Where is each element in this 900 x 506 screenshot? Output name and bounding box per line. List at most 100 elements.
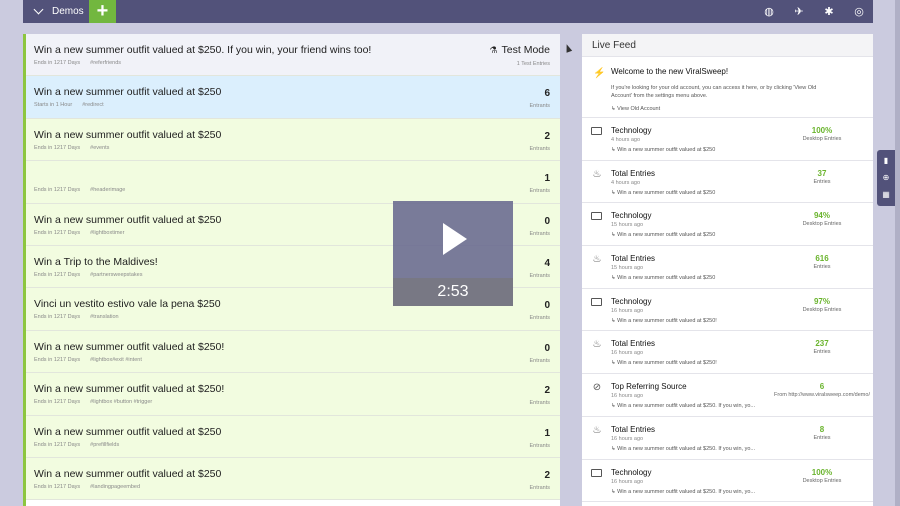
campaign-tag: #headerimage [90, 187, 126, 194]
globe-icon[interactable]: ◍ [763, 6, 775, 18]
feed-item-campaign-link[interactable]: ↳ Win a new summer outfit valued at $250 [611, 275, 715, 281]
help-icon[interactable]: ◎ [853, 6, 865, 18]
campaign-title[interactable]: Win a new summer outfit valued at $250 [34, 214, 221, 226]
campaign-title[interactable]: Win a new summer outfit valued at $250 [34, 129, 221, 141]
campaign-status: Ends in 1217 Days [34, 229, 81, 236]
campaign-row[interactable]: Win a new summer outfit valued at $250 S… [26, 76, 560, 119]
view-old-account-link[interactable]: ↳ View Old Account [611, 106, 660, 112]
book-icon[interactable]: ▮ [884, 156, 888, 166]
campaign-tag: #lightbox #button #trigger [90, 399, 153, 406]
campaign-status: Ends in 1217 Days [34, 399, 81, 406]
campaign-title[interactable]: Win a new summer outfit valued at $250. … [34, 44, 371, 56]
side-rail: ▮ ⊕ ▦ [877, 150, 895, 206]
monitor-icon [591, 297, 602, 306]
campaign-tag: #landingpageembed [90, 483, 141, 490]
campaign-title[interactable]: Win a new summer outfit valued at $250 [34, 426, 221, 438]
test-mode-indicator: ⚗ Test Mode [489, 44, 550, 56]
live-feed-panel: Live Feed ⚡ Welcome to the new ViralSwee… [582, 34, 873, 506]
campaign-title[interactable]: Win a new summer outfit valued at $250! [34, 383, 224, 395]
feed-item: Technology 16 hours ago ↳ Win a new summ… [582, 289, 873, 332]
feed-item-time: 16 hours ago [611, 350, 644, 357]
campaign-tag: #partnersweepstakes [90, 271, 143, 278]
calendar-icon[interactable]: ▦ [882, 190, 890, 200]
campaign-row[interactable]: Win a new summer outfit valued at $250. … [26, 34, 560, 77]
campaign-meta: Ends in 1217 Days #events [34, 145, 109, 151]
campaign-count-label: Entrants [529, 400, 550, 407]
rocket-icon[interactable]: ✈ [793, 6, 805, 18]
feed-item-campaign-link[interactable]: ↳ Win a new summer outfit valued at $250… [611, 446, 755, 452]
campaign-meta: Ends in 1217 Days #lightbox #button #trig… [34, 399, 152, 405]
campaign-status: Starts in 1 Hour [34, 102, 73, 109]
feed-item-value-label: Desktop Entries [802, 136, 842, 142]
add-campaign-button[interactable]: + [89, 0, 116, 23]
chevron-down-icon [33, 4, 44, 15]
feed-item-title: Technology [611, 467, 652, 477]
campaign-meta: Ends in 1217 Days #headerimage [34, 187, 125, 193]
campaign-title[interactable]: Vinci un vestito estivo vale la pena $25… [34, 298, 221, 310]
top-icons: ◍ ✈ ✱ ◎ [763, 0, 865, 23]
welcome-body: If you're looking for your old account, … [611, 85, 817, 99]
top-nav-bar: Demos + ◍ ✈ ✱ ◎ [23, 0, 873, 23]
feed-item-value: 37 [817, 168, 827, 178]
video-overlay[interactable]: 2:53 [393, 201, 513, 306]
campaign-row[interactable]: Win a new summer outfit valued at $250 E… [26, 118, 560, 162]
campaign-row[interactable]: Ends in 1217 Days #headerimage 1 Entrants [26, 161, 560, 204]
feed-item-time: 16 hours ago [611, 393, 644, 400]
campaign-status: Ends in 1217 Days [34, 271, 81, 278]
feed-item-title: Total Entries [611, 424, 656, 434]
feed-item-time: 15 hours ago [611, 222, 644, 229]
feed-item-value: 100% [811, 126, 833, 135]
campaign-meta: Ends in 1217 Days #landingpageembed [34, 484, 140, 490]
feed-item-title: Technology [611, 296, 652, 306]
feed-item: ♨ Total Entries 16 hours ago ↳ Win a new… [582, 331, 873, 375]
campaign-title[interactable]: Win a new summer outfit valued at $250 [34, 468, 221, 480]
campaign-row[interactable]: Win a new summer outfit valued at $250! … [26, 373, 560, 416]
feed-item-campaign-link[interactable]: ↳ Win a new summer outfit valued at $250 [611, 232, 715, 238]
campaign-count-label: Entrants [529, 145, 550, 152]
campaign-row[interactable]: Win a new summer outfit valued at $250 E… [26, 457, 560, 501]
feed-item-campaign-link[interactable]: ↳ Win a new summer outfit valued at $250… [611, 318, 717, 324]
feed-item-value-label: Entries [813, 264, 831, 271]
campaign-status: Ends in 1217 Days [34, 356, 81, 363]
monitor-icon [591, 127, 602, 135]
campaign-tag: #translation [90, 314, 119, 321]
lifebuoy-icon[interactable]: ⊕ [883, 173, 890, 183]
feed-item-campaign-link[interactable]: ↳ Win a new summer outfit valued at $250… [611, 489, 755, 495]
campaign-meta: Ends in 1217 Days #translation [34, 314, 119, 320]
feed-item-value: 6 [819, 382, 825, 392]
campaign-meta: Ends in 1217 Days #referfriends [34, 60, 121, 66]
monitor-icon [591, 468, 602, 477]
feed-item-campaign-link[interactable]: ↳ Win a new summer outfit valued at $250 [611, 147, 715, 153]
campaign-meta: Ends in 1217 Days #prefillfields [34, 442, 119, 448]
demos-menu-label: Demos [52, 6, 84, 17]
campaign-count-label: Entrants [529, 357, 550, 364]
campaign-count-label: 1 Test Entries [516, 61, 550, 67]
feed-item-value: 8 [819, 424, 825, 434]
campaign-tag: #events [90, 144, 110, 151]
campaign-status: Ends in 1217 Days [34, 187, 81, 194]
campaign-title[interactable]: Win a new summer outfit valued at $250 [34, 86, 221, 98]
play-icon[interactable] [443, 223, 467, 255]
campaign-row[interactable]: Win a new summer outfit valued at $250! … [26, 330, 560, 374]
feed-item-campaign-link[interactable]: ↳ Win a new summer outfit valued at $250… [611, 360, 717, 366]
feed-item: Technology 16 hours ago ↳ Win a new summ… [582, 460, 873, 503]
feed-item-campaign-link[interactable]: ↳ Win a new summer outfit valued at $250… [611, 403, 755, 409]
feed-item-campaign-link[interactable]: ↳ Win a new summer outfit valued at $250 [611, 190, 715, 196]
live-feed-title: Live Feed [582, 34, 873, 57]
campaign-entrant-count: 0 [544, 300, 550, 312]
feed-item-value: 237 [815, 339, 829, 349]
gear-icon[interactable]: ✱ [823, 6, 835, 18]
demos-menu-button[interactable]: Demos [23, 0, 89, 23]
feed-item: ♨ Total Entries 4 hours ago ↳ Win a new … [582, 161, 873, 204]
campaign-title[interactable]: Win a Trip to the Maldives! [34, 256, 158, 268]
campaign-title[interactable]: Win a new summer outfit valued at $250! [34, 341, 224, 353]
campaign-meta: Ends in 1217 Days #lightboxtimer [34, 230, 124, 236]
campaign-row[interactable]: Win a new summer outfit valued at $250 E… [26, 415, 560, 458]
welcome-feed-item: ⚡ Welcome to the new ViralSweep! If you'… [582, 57, 873, 118]
campaign-count-label: Entrants [529, 272, 550, 279]
welcome-title: Welcome to the new ViralSweep! [611, 67, 729, 76]
mouse-cursor [563, 43, 573, 53]
campaign-entrant-count: 0 [544, 215, 550, 227]
feed-item-value: 616 [815, 254, 829, 264]
campaign-status: Ends in 1217 Days [34, 483, 81, 490]
